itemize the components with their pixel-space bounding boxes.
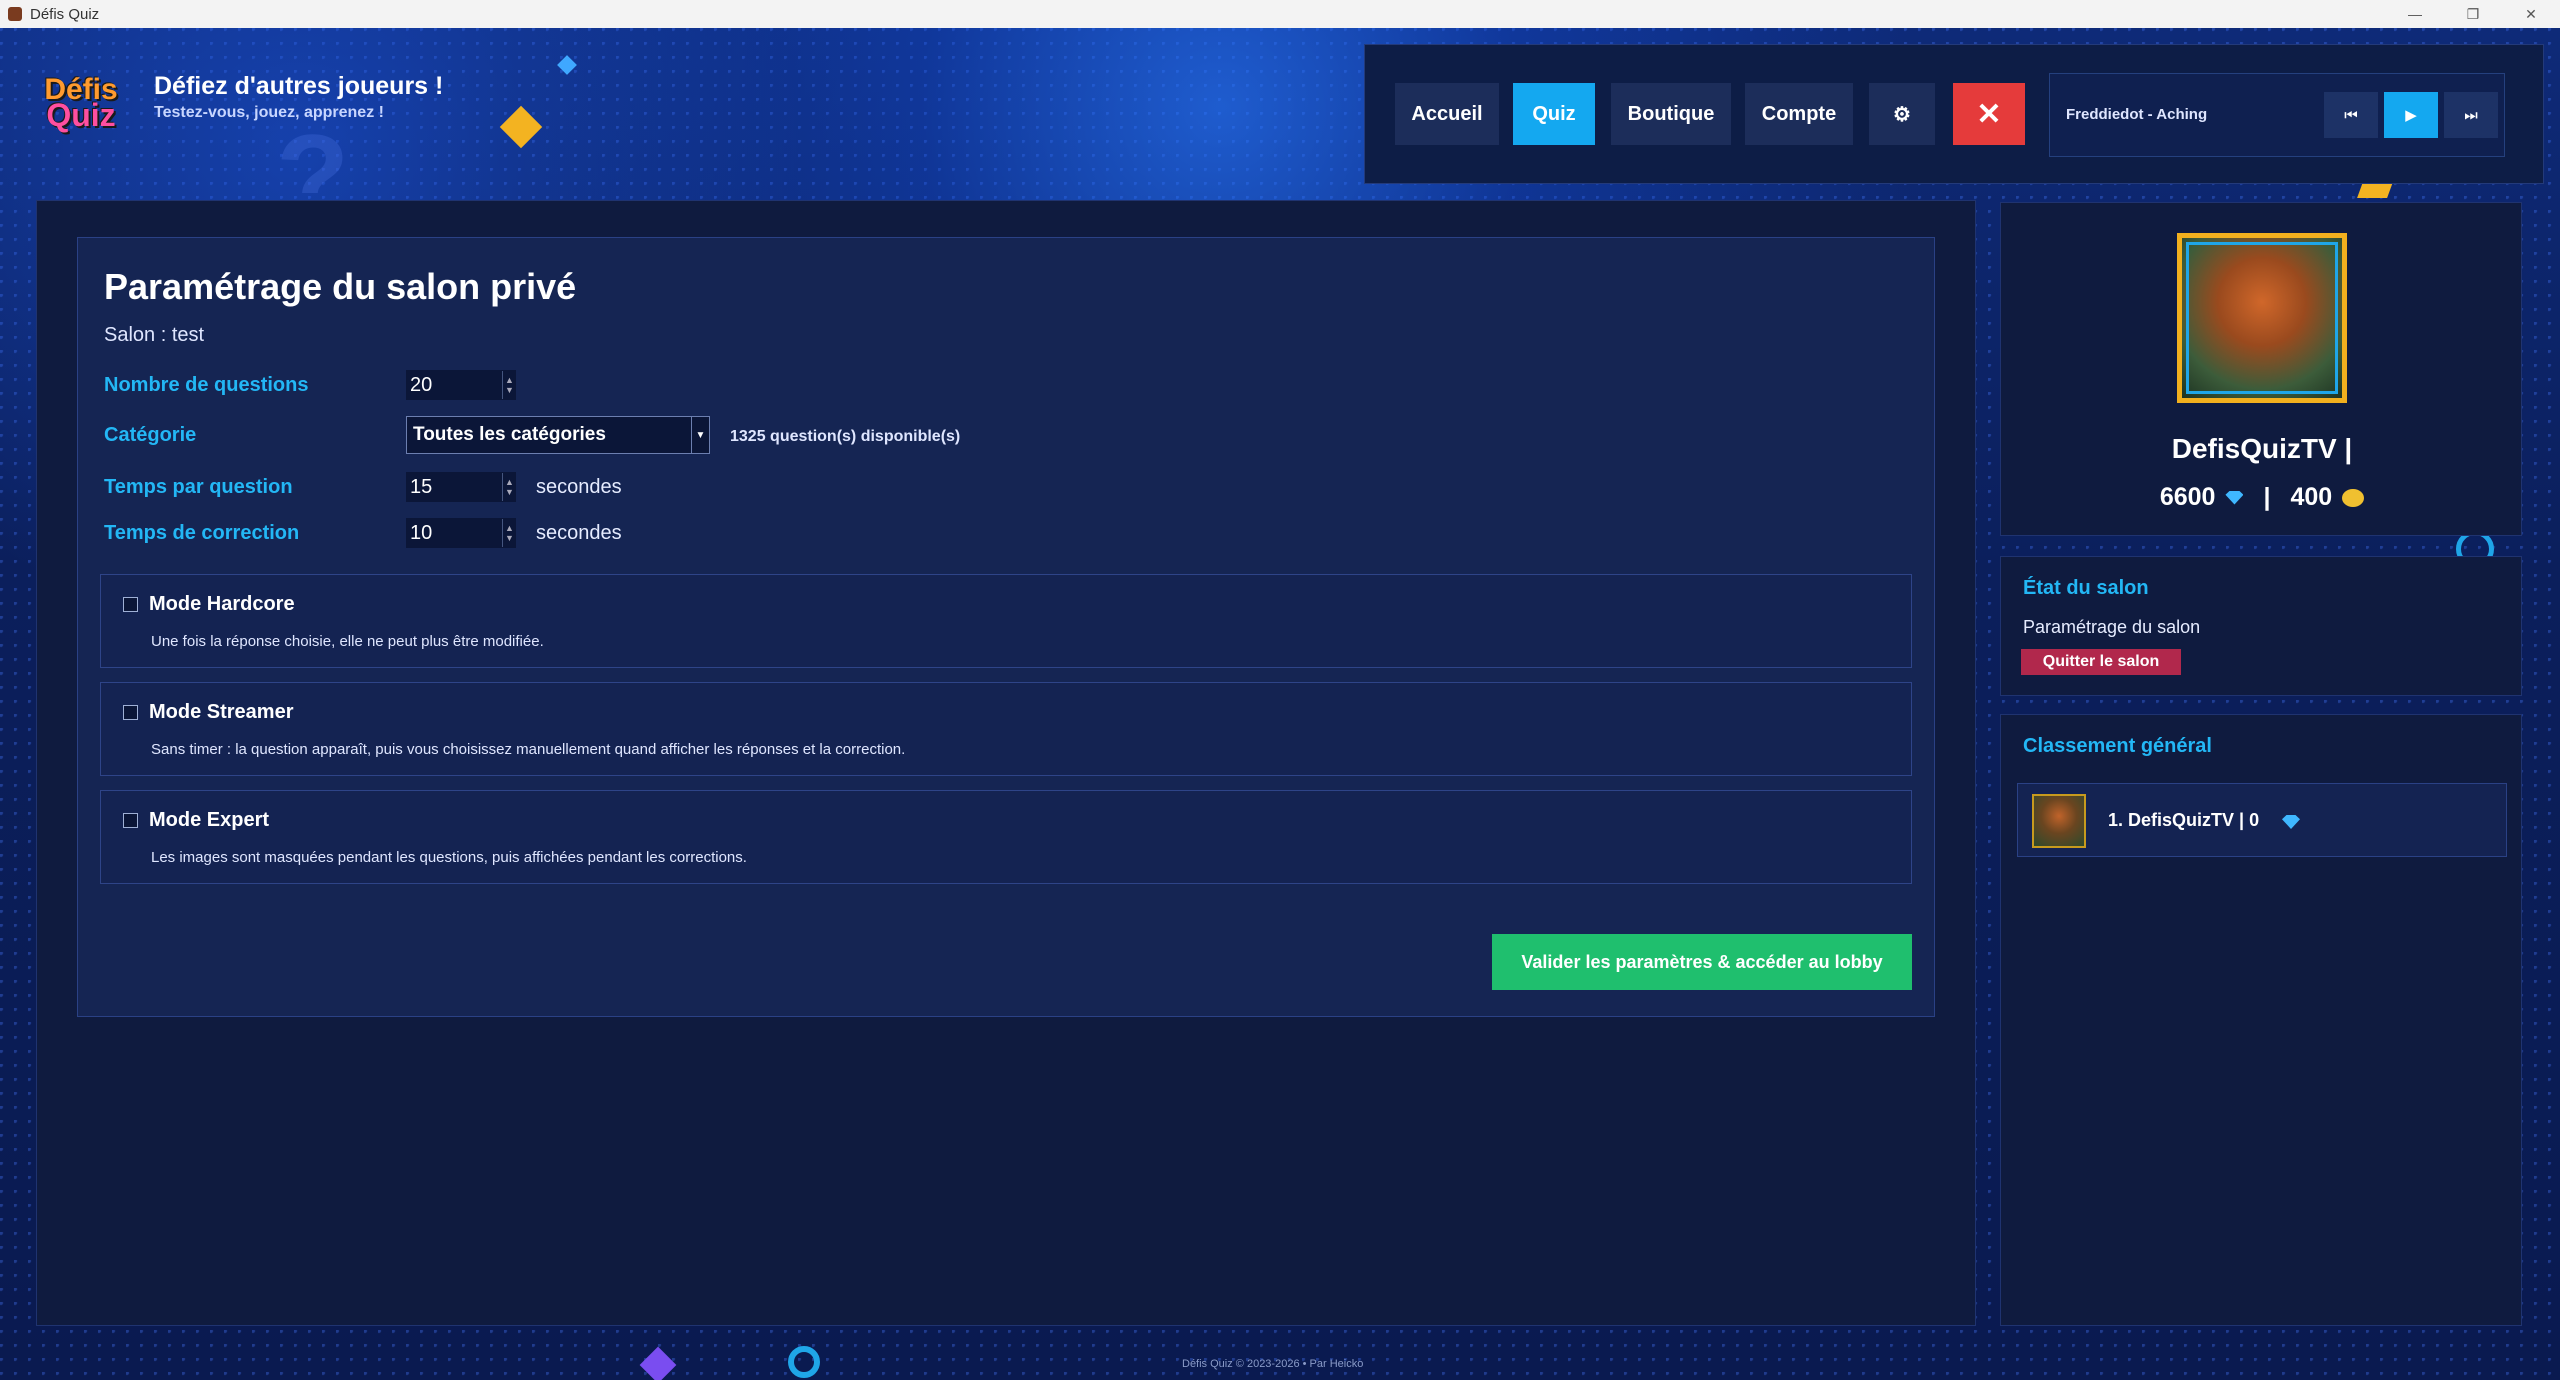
time-per-question-unit: secondes [536,476,622,498]
gear-icon: ⚙ [1893,103,1911,126]
time-per-question-label: Temps par question [104,476,293,498]
category-select[interactable]: Toutes les catégories ▼ [406,416,710,454]
gem-icon [2282,815,2300,829]
page-title: Paramétrage du salon privé [104,266,577,307]
time-per-question-input[interactable] [406,472,516,502]
questions-count-label: Nombre de questions [104,374,309,396]
correction-time-stepper[interactable]: ▲ ▼ [502,519,516,547]
close-button[interactable]: ✕ [1953,83,2025,145]
play-button[interactable]: ▶ [2384,92,2438,138]
mode-streamer-title: Mode Streamer [149,701,294,723]
app-logo[interactable]: Défis Quiz [44,66,117,140]
minimize-icon[interactable]: — [2386,0,2444,28]
mode-streamer-checkbox[interactable] [123,705,138,720]
mode-streamer-option: Mode Streamer Sans timer : la question a… [100,682,1912,776]
next-track-button[interactable]: ⏭ [2444,92,2498,138]
available-questions-count: 1325 question(s) disponible(s) [730,428,961,445]
avatar[interactable] [2177,233,2347,403]
music-player: Freddiedot - Aching ⏮ ▶ ⏭ [2049,73,2505,157]
ranking-entry-text: 1. DefisQuizTV | 0 [2108,810,2260,830]
play-icon: ▶ [2405,107,2417,124]
mode-expert-description: Les images sont masquées pendant les que… [151,849,747,866]
nav-compte-button[interactable]: Compte [1745,83,1853,145]
category-label: Catégorie [104,424,197,446]
gem-icon [2225,490,2244,505]
salon-state-status: Paramétrage du salon [2023,617,2201,637]
window-controls: — ❐ ✕ [2386,0,2560,28]
maximize-icon[interactable]: ❐ [2444,0,2502,28]
profile-card: DefisQuizTV | 6600 | 400 [2000,202,2522,536]
mode-expert-option: Mode Expert Les images sont masquées pen… [100,790,1912,884]
close-icon: ✕ [1976,97,2002,131]
previous-icon: ⏮ [2344,106,2358,124]
correction-time-input[interactable] [406,518,516,548]
window-title: Défis Quiz [30,5,100,23]
ranking-title: Classement général [2023,735,2212,757]
purple-diamond-decoration [639,1346,677,1380]
mode-hardcore-title: Mode Hardcore [149,593,295,615]
top-navigation: Accueil Quiz Boutique Compte ⚙ ✕ Freddie… [1364,44,2544,184]
coin-icon [2342,488,2365,507]
profile-name: DefisQuizTV | [2171,433,2353,464]
ranking-row[interactable]: 1. DefisQuizTV | 0 [2017,783,2507,857]
app-icon [8,7,22,21]
time-per-question-stepper[interactable]: ▲ ▼ [502,473,516,501]
ranking-card: Classement général 1. DefisQuizTV | 0 [2000,714,2522,1326]
salon-state-card: État du salon Paramétrage du salon Quitt… [2000,556,2522,696]
footer-copyright: Défis Quiz © 2023-2026 • Par Heicko [1182,1358,1364,1370]
now-playing-track: Freddiedot - Aching [2066,106,2208,123]
mode-expert-checkbox[interactable] [123,813,138,828]
yellow-diamond-decoration [499,105,543,149]
mode-expert-title: Mode Expert [149,809,270,831]
questions-count-stepper[interactable]: ▲ ▼ [502,371,516,399]
nav-quiz-button[interactable]: Quiz [1513,83,1595,145]
private-room-settings: Paramétrage du salon privé Salon : test … [77,237,1935,1017]
settings-gear-button[interactable]: ⚙ [1869,83,1935,145]
yellow-shape-decoration [2357,182,2393,198]
validate-settings-button[interactable]: Valider les paramètres & accéder au lobb… [1492,934,1912,990]
window-titlebar: Défis Quiz — ❐ ✕ [0,0,2560,28]
window-close-icon[interactable]: ✕ [2502,0,2560,28]
correction-time-unit: secondes [536,522,622,544]
category-selected-value: Toutes les catégories [413,424,606,445]
mode-hardcore-option: Mode Hardcore Une fois la réponse choisi… [100,574,1912,668]
correction-time-label: Temps de correction [104,522,300,544]
nav-boutique-button[interactable]: Boutique [1611,83,1731,145]
header-title: Défiez d'autres joueurs ! [154,72,444,100]
nav-accueil-button[interactable]: Accueil [1395,83,1499,145]
previous-track-button[interactable]: ⏮ [2324,92,2378,138]
salon-name: Salon : test [104,324,205,346]
coins-count: 400 [2290,483,2333,511]
mode-hardcore-checkbox[interactable] [123,597,138,612]
mode-hardcore-description: Une fois la réponse choisie, elle ne peu… [151,633,544,650]
quit-salon-button[interactable]: Quitter le salon [2021,649,2181,675]
header-subtitle: Testez-vous, jouez, apprenez ! [154,104,384,121]
main-panel: Paramétrage du salon privé Salon : test … [36,200,1976,1326]
stats-separator: | [2263,483,2271,511]
blue-diamond-decoration [557,55,577,75]
profile-stats: 6600 | 400 [2001,483,2523,512]
chevron-down-icon: ▼ [691,417,709,453]
salon-state-title: État du salon [2023,577,2149,599]
cyan-ring-decoration [788,1346,820,1378]
mode-streamer-description: Sans timer : la question apparaît, puis … [151,741,906,758]
questions-count-input[interactable] [406,370,516,400]
gems-count: 6600 [2159,483,2216,511]
ranking-avatar [2032,794,2086,848]
next-icon: ⏭ [2464,106,2478,124]
